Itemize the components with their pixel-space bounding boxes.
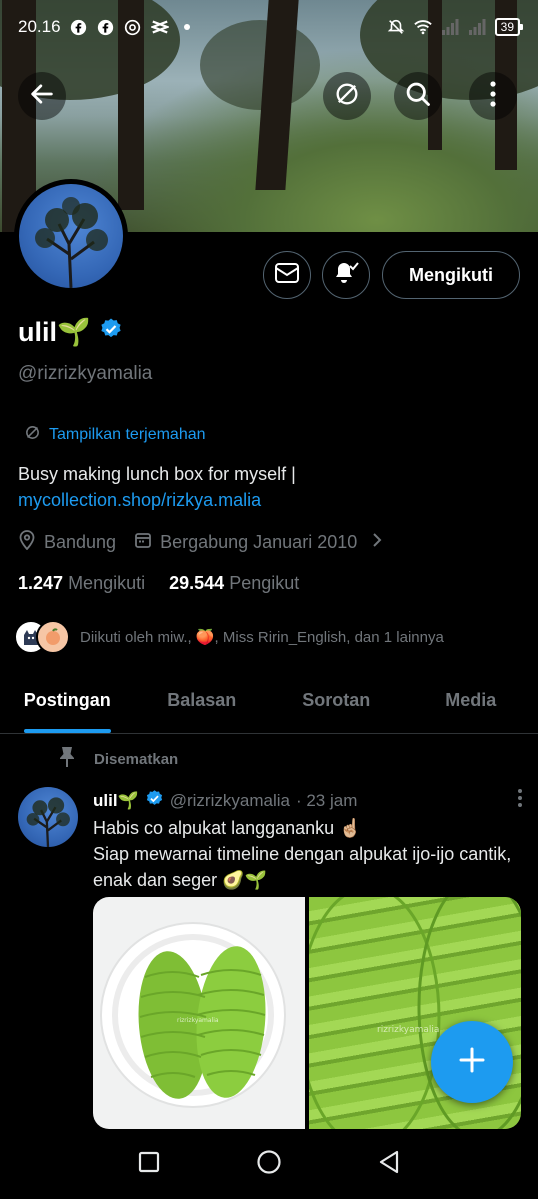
post-image[interactable]: rizrizkyamalia [93, 897, 305, 1129]
recent-apps-icon[interactable] [137, 1150, 161, 1179]
status-time: 20.16 [18, 17, 61, 36]
plus-icon [457, 1045, 487, 1080]
translate-link[interactable]: Tampilkan terjemahan [24, 424, 206, 446]
followers-count-link[interactable]: 29.544 Pengikut [169, 573, 299, 594]
location-icon [18, 530, 36, 555]
more-vertical-icon[interactable] [517, 788, 523, 813]
follow-counts: 1.247 Mengikuti 29.544 Pengikut [18, 573, 299, 594]
back-button[interactable] [18, 72, 66, 120]
facebook-icon [70, 18, 88, 36]
tab-sorotan[interactable]: Sorotan [269, 668, 404, 733]
image-watermark: rizrizkyamalia [377, 1025, 439, 1035]
translate-label[interactable]: Tampilkan terjemahan [49, 426, 206, 444]
tab-media[interactable]: Media [404, 668, 538, 733]
following-count-link[interactable]: 1.247 Mengikuti [18, 573, 145, 594]
post-author-handle: @rizrizkyamalia [169, 790, 290, 810]
tab-postingan[interactable]: Postingan [0, 668, 135, 733]
arrow-left-icon [28, 80, 56, 113]
verified-badge-icon [145, 789, 164, 813]
search-button[interactable] [394, 72, 442, 120]
message-button[interactable] [263, 251, 311, 299]
pin-icon [58, 746, 76, 772]
following-label: Mengikuti [68, 573, 146, 593]
follower-avatar [36, 620, 70, 654]
following-button[interactable]: Mengikuti [382, 251, 520, 299]
image-watermark: rizrizkyamalia [177, 1017, 219, 1024]
dot-icon [178, 18, 196, 36]
post-author-avatar[interactable] [18, 787, 78, 847]
bell-check-icon [332, 259, 360, 292]
calendar-icon [134, 531, 152, 554]
battery-indicator: 39 [494, 18, 524, 36]
signal-icon [468, 18, 486, 36]
capcut-icon [150, 18, 169, 36]
followers-label: Pengikut [229, 573, 300, 593]
verified-badge-icon [99, 317, 123, 348]
more-vertical-icon [488, 80, 498, 113]
following-count: 1.247 [18, 573, 64, 593]
bio-text: Busy making lunch box for myself | [18, 464, 296, 484]
translate-toggle-button[interactable] [323, 72, 371, 120]
wifi-icon [413, 18, 432, 36]
bio-link[interactable]: mycollection.shop/rizkya.malia [18, 490, 261, 510]
profile-joined: Bergabung Januari 2010 [160, 532, 358, 552]
mail-icon [274, 262, 300, 289]
translate-icon [24, 424, 41, 446]
pinned-label: Disematkan [94, 750, 179, 768]
facebook-icon [97, 18, 115, 36]
chevron-right-icon[interactable] [371, 531, 383, 554]
followed-by-text: Diikuti oleh miw., 🍑, Miss Ririn_English… [80, 629, 444, 646]
threads-icon [124, 18, 142, 36]
profile-meta: Bandung Bergabung Januari 2010 [18, 530, 383, 555]
home-icon[interactable] [256, 1149, 282, 1180]
profile-name-row: ulil🌱 [18, 316, 123, 348]
followed-by-row[interactable]: Diikuti oleh miw., 🍑, Miss Ririn_English… [14, 620, 444, 654]
followers-count: 29.544 [169, 573, 225, 593]
back-triangle-icon[interactable] [377, 1149, 401, 1180]
status-bar: 20.16 39 [0, 0, 538, 54]
signal-icon [441, 18, 459, 36]
notifications-button[interactable] [322, 251, 370, 299]
profile-handle: @rizrizkyamalia [18, 363, 153, 384]
profile-location: Bandung [44, 532, 117, 552]
more-options-button[interactable] [469, 72, 517, 120]
system-navigation-bar [0, 1129, 538, 1199]
post-author-name[interactable]: ulil🌱 [93, 791, 139, 811]
post-header: ulil🌱 @rizrizkyamalia · 23 jam [93, 788, 523, 813]
mute-icon [387, 18, 405, 36]
search-icon [404, 80, 432, 113]
translate-icon [333, 80, 361, 113]
post-time: · 23 jam [295, 790, 358, 810]
post-text-line: Habis co alpukat langgananku ☝🏼 [93, 818, 362, 838]
profile-name: ulil🌱 [18, 317, 91, 347]
pinned-label-row: Disematkan [58, 746, 178, 772]
post-text[interactable]: Habis co alpukat langgananku ☝🏼 Siap mew… [93, 815, 523, 893]
tab-balasan[interactable]: Balasan [135, 668, 270, 733]
compose-post-button[interactable] [431, 1021, 513, 1103]
profile-tabs: Postingan Balasan Sorotan Media [0, 668, 538, 734]
post-text-line: Siap mewarnai timeline dengan alpukat ij… [93, 844, 512, 890]
profile-avatar[interactable] [14, 179, 128, 293]
profile-bio: Busy making lunch box for myself | mycol… [18, 461, 518, 513]
